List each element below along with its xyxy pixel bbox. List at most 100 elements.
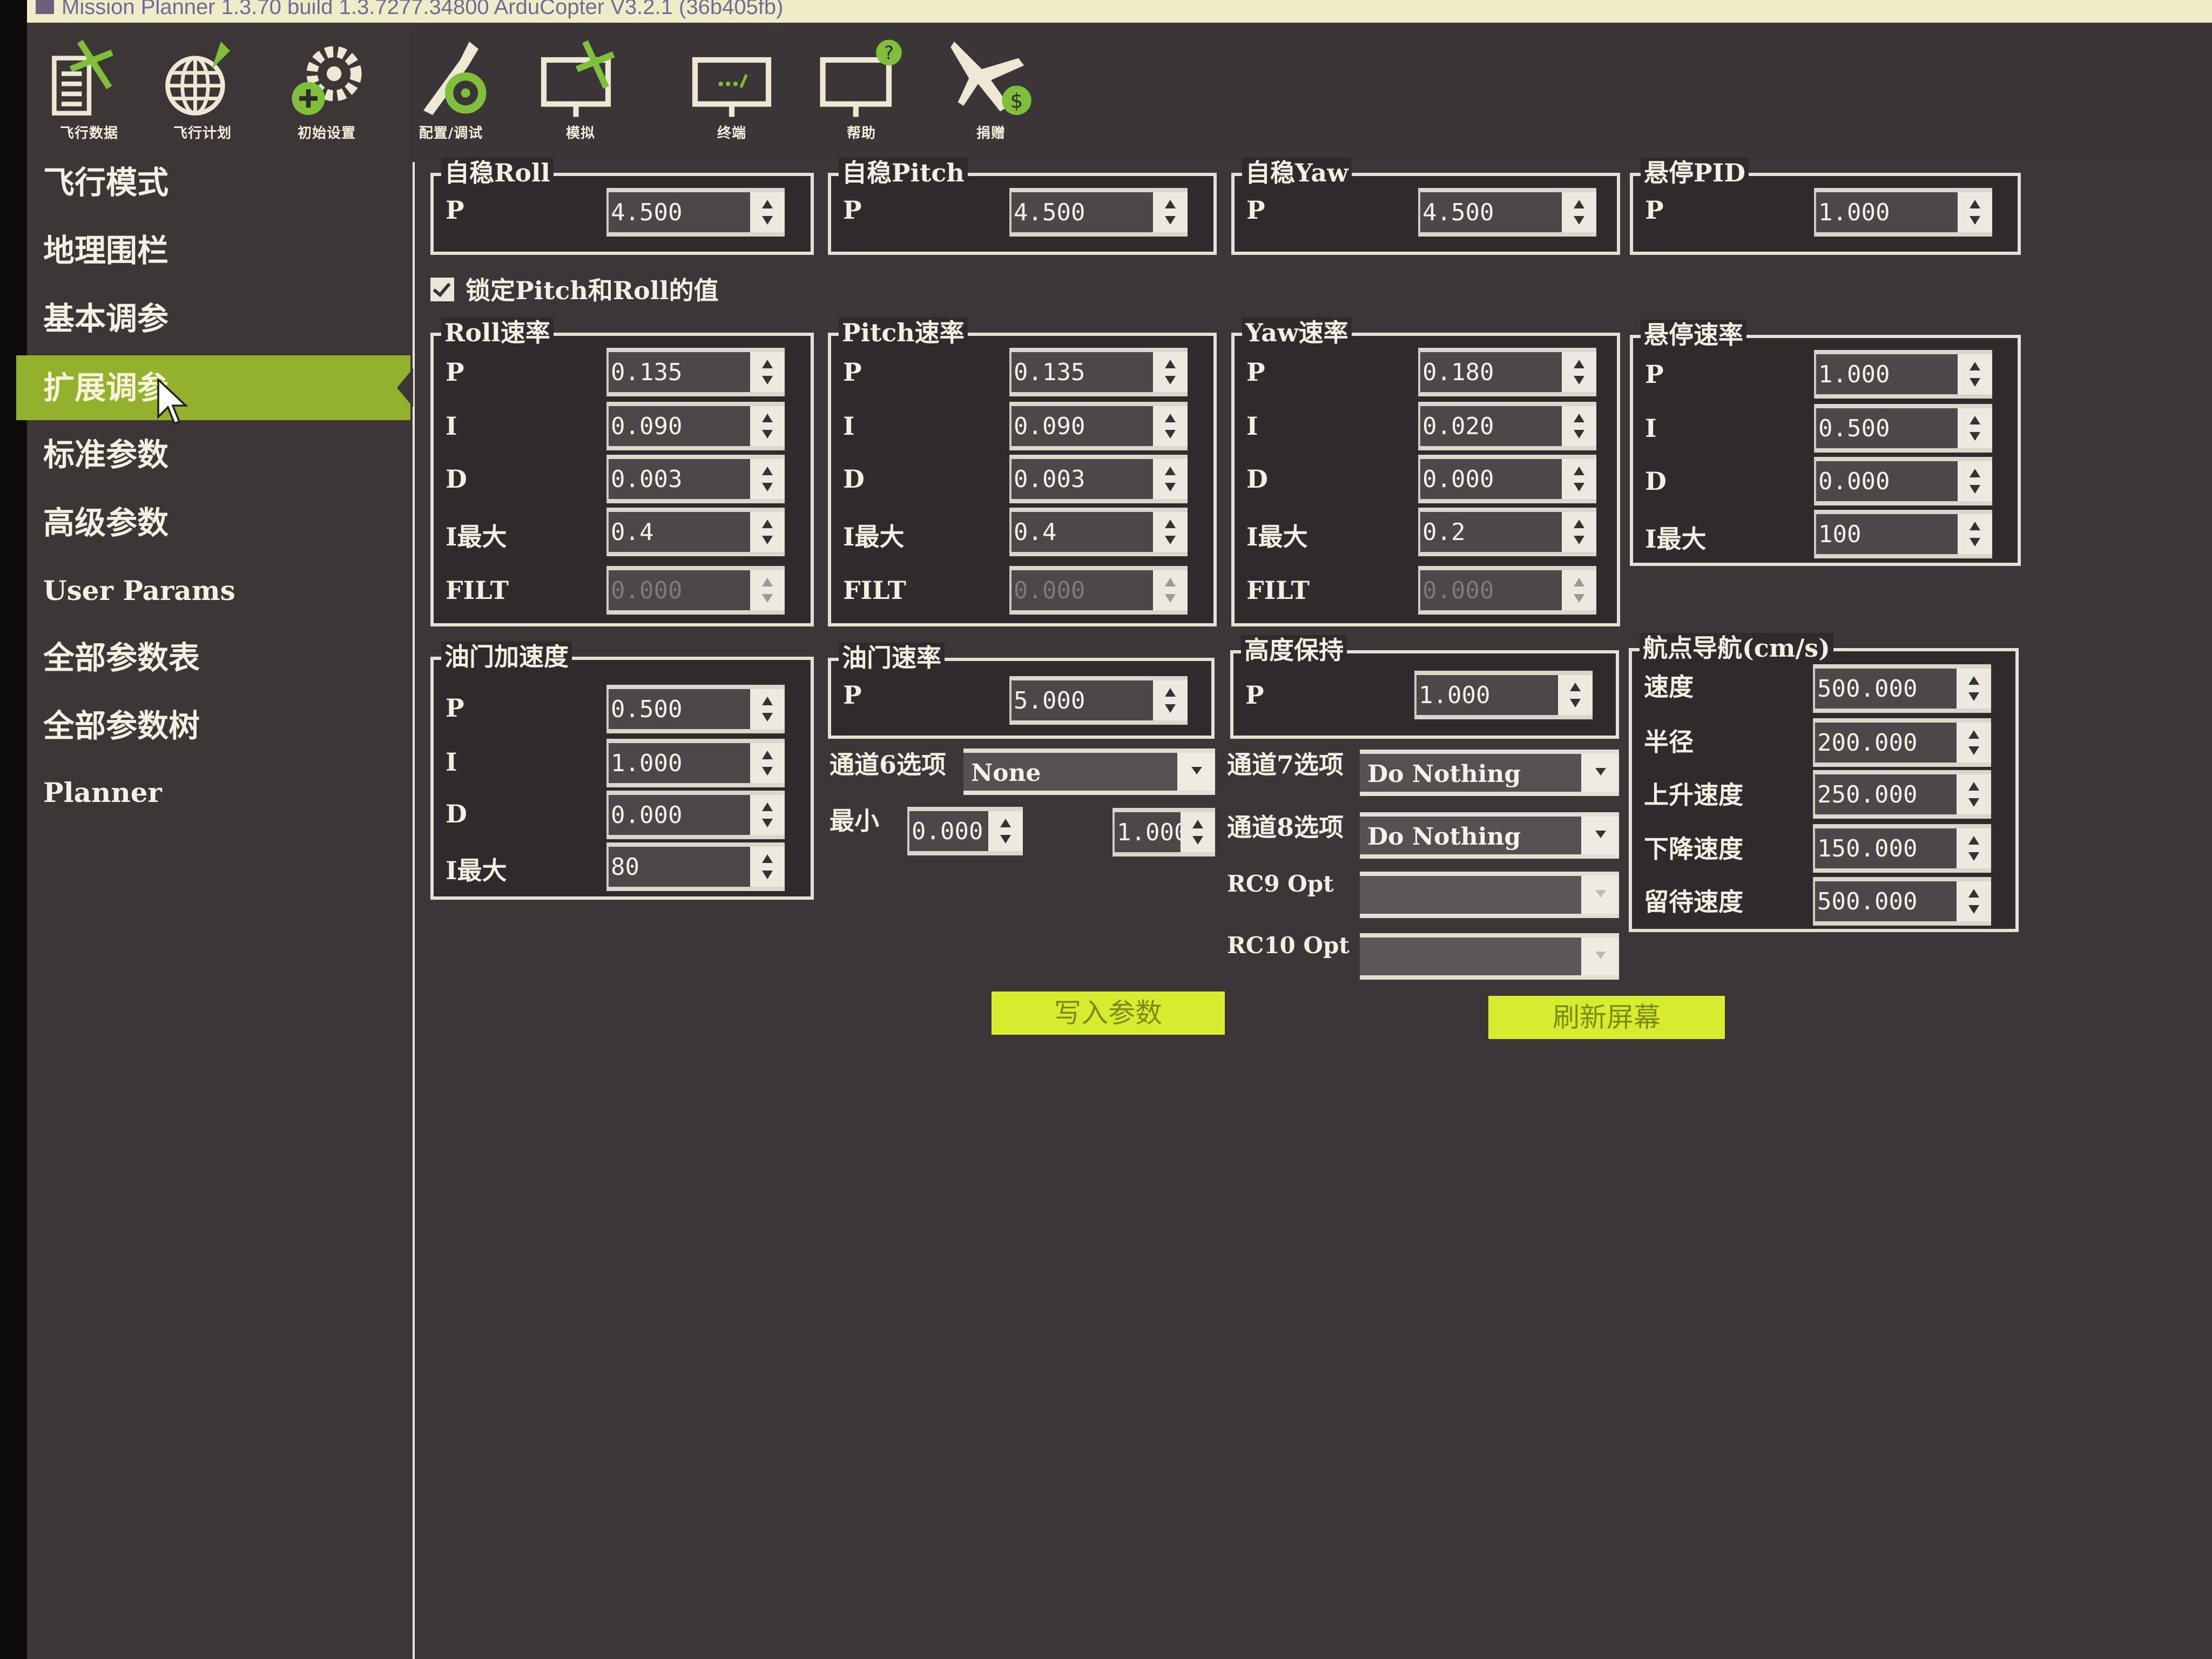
spinner-buttons[interactable]: [1558, 675, 1593, 715]
spinner-buttons[interactable]: [1958, 408, 1992, 448]
spin-up-icon[interactable]: [1574, 200, 1584, 208]
ch7-option-select[interactable]: Do Nothing: [1360, 750, 1619, 796]
spinner-buttons[interactable]: [750, 743, 785, 783]
spinner-buttons[interactable]: [1153, 512, 1188, 552]
spinner-buttons[interactable]: [1958, 192, 1992, 232]
toolbar-initial-setup[interactable]: 初始设置: [275, 32, 378, 146]
spinner-buttons[interactable]: [750, 352, 785, 392]
spin-up-icon[interactable]: [1970, 469, 1980, 477]
spinner-buttons[interactable]: [1562, 406, 1596, 446]
spin-down-icon[interactable]: [762, 376, 773, 385]
sidebar-item-geofence[interactable]: 地理围栏: [16, 218, 410, 283]
dropdown-button[interactable]: [1581, 754, 1619, 792]
wpnav-speed-down-input[interactable]: 150.000: [1813, 824, 1991, 873]
spin-up-icon[interactable]: [1574, 467, 1584, 475]
alt-hold-p-input[interactable]: 1.000: [1414, 671, 1593, 719]
spin-down-icon[interactable]: [762, 871, 773, 879]
rate-loiter-p-input[interactable]: 1.000: [1814, 350, 1992, 399]
sidebar-item-full-param-list[interactable]: 全部参数表: [16, 625, 410, 690]
dropdown-button[interactable]: [1581, 817, 1619, 854]
spin-down-icon[interactable]: [1574, 536, 1584, 544]
spin-down-icon[interactable]: [1574, 430, 1584, 439]
spin-down-icon[interactable]: [762, 536, 773, 544]
spin-down-icon[interactable]: [1970, 378, 1980, 387]
spinner-buttons[interactable]: [1562, 192, 1596, 232]
sidebar-item-basic-tuning[interactable]: 基本调参: [16, 286, 410, 351]
rate-roll-imax-input[interactable]: 0.4: [606, 508, 785, 556]
throttle-accel-i-input[interactable]: 1.000: [606, 739, 785, 787]
sidebar-item-extended-tuning[interactable]: 扩展调参: [16, 355, 410, 420]
spin-up-icon[interactable]: [762, 751, 773, 759]
spin-down-icon[interactable]: [762, 216, 773, 225]
spin-down-icon[interactable]: [1165, 376, 1176, 385]
ch6-max-input[interactable]: 1.000: [1112, 808, 1215, 857]
spin-up-icon[interactable]: [1574, 520, 1584, 528]
rate-pitch-p-input[interactable]: 0.135: [1009, 348, 1188, 396]
wpnav-loiter-speed-input[interactable]: 500.000: [1813, 877, 1991, 926]
lock-pitch-roll-checkbox[interactable]: [430, 278, 454, 301]
ch6-min-input[interactable]: 0.000: [907, 807, 1023, 855]
spin-down-icon[interactable]: [1165, 704, 1176, 713]
spin-up-icon[interactable]: [1970, 200, 1980, 208]
spinner-buttons[interactable]: [750, 192, 785, 232]
wpnav-radius-input[interactable]: 200.000: [1813, 718, 1991, 767]
spinner-buttons[interactable]: [1153, 459, 1188, 499]
stab-pitch-p-input[interactable]: 4.500: [1009, 188, 1188, 237]
spin-up-icon[interactable]: [762, 520, 773, 528]
spin-down-icon[interactable]: [1970, 432, 1980, 441]
throttle-accel-p-input[interactable]: 0.500: [606, 685, 785, 733]
throttle-rate-p-input[interactable]: 5.000: [1009, 676, 1188, 725]
stab-roll-p-input[interactable]: 4.500: [606, 188, 785, 237]
rate-pitch-imax-input[interactable]: 0.4: [1009, 508, 1188, 556]
spinner-buttons[interactable]: [750, 512, 785, 552]
spinner-buttons[interactable]: [1957, 881, 1991, 921]
spin-up-icon[interactable]: [762, 802, 773, 811]
rate-yaw-i-input[interactable]: 0.020: [1418, 402, 1596, 450]
toolbar-help[interactable]: ? 帮助: [810, 32, 913, 146]
toolbar-flight-plan[interactable]: 飞行计划: [151, 32, 254, 146]
spin-down-icon[interactable]: [1574, 216, 1584, 225]
spinner-buttons[interactable]: [1957, 669, 1991, 709]
spin-up-icon[interactable]: [1165, 467, 1176, 475]
spinner-buttons[interactable]: [1958, 514, 1992, 554]
spin-up-icon[interactable]: [1165, 414, 1176, 422]
write-params-button[interactable]: 写入参数: [992, 992, 1225, 1035]
spinner-buttons[interactable]: [1153, 406, 1188, 446]
dropdown-button[interactable]: [1177, 753, 1215, 791]
spin-up-icon[interactable]: [1165, 200, 1176, 208]
spin-up-icon[interactable]: [762, 697, 773, 705]
spin-up-icon[interactable]: [1968, 676, 1979, 685]
spin-down-icon[interactable]: [1574, 376, 1584, 385]
spin-up-icon[interactable]: [1970, 416, 1980, 424]
rate-roll-d-input[interactable]: 0.003: [606, 455, 785, 503]
spin-up-icon[interactable]: [1165, 520, 1176, 528]
wpnav-speed-up-input[interactable]: 250.000: [1813, 770, 1991, 819]
throttle-accel-imax-input[interactable]: 80: [606, 842, 785, 891]
spin-down-icon[interactable]: [762, 430, 773, 439]
spinner-buttons[interactable]: [1153, 680, 1188, 720]
spinner-buttons[interactable]: [1562, 512, 1596, 552]
spin-down-icon[interactable]: [1968, 798, 1979, 807]
rate-yaw-imax-input[interactable]: 0.2: [1418, 508, 1596, 556]
sidebar-item-flight-modes[interactable]: 飞行模式: [16, 150, 410, 215]
stab-yaw-p-input[interactable]: 4.500: [1418, 188, 1596, 237]
spin-up-icon[interactable]: [1570, 683, 1581, 691]
rate-pitch-d-input[interactable]: 0.003: [1009, 455, 1188, 503]
spin-up-icon[interactable]: [762, 360, 773, 368]
spin-up-icon[interactable]: [1165, 360, 1176, 368]
spinner-buttons[interactable]: [988, 811, 1023, 851]
spinner-buttons[interactable]: [1562, 352, 1596, 392]
spinner-buttons[interactable]: [750, 459, 785, 499]
spin-up-icon[interactable]: [1970, 522, 1980, 530]
toolbar-config-tuning[interactable]: 配置/调试: [400, 32, 502, 146]
rate-roll-p-input[interactable]: 0.135: [606, 348, 785, 396]
spin-down-icon[interactable]: [762, 767, 773, 775]
sidebar-item-user-params[interactable]: User Params: [16, 558, 410, 623]
throttle-accel-d-input[interactable]: 0.000: [606, 791, 785, 839]
sidebar-item-advanced-params[interactable]: 高级参数: [16, 490, 410, 555]
spin-up-icon[interactable]: [1968, 782, 1979, 791]
loiter-pid-p-input[interactable]: 1.000: [1814, 188, 1992, 237]
spin-down-icon[interactable]: [1165, 483, 1176, 491]
spin-up-icon[interactable]: [762, 200, 773, 208]
spin-up-icon[interactable]: [1968, 730, 1979, 739]
